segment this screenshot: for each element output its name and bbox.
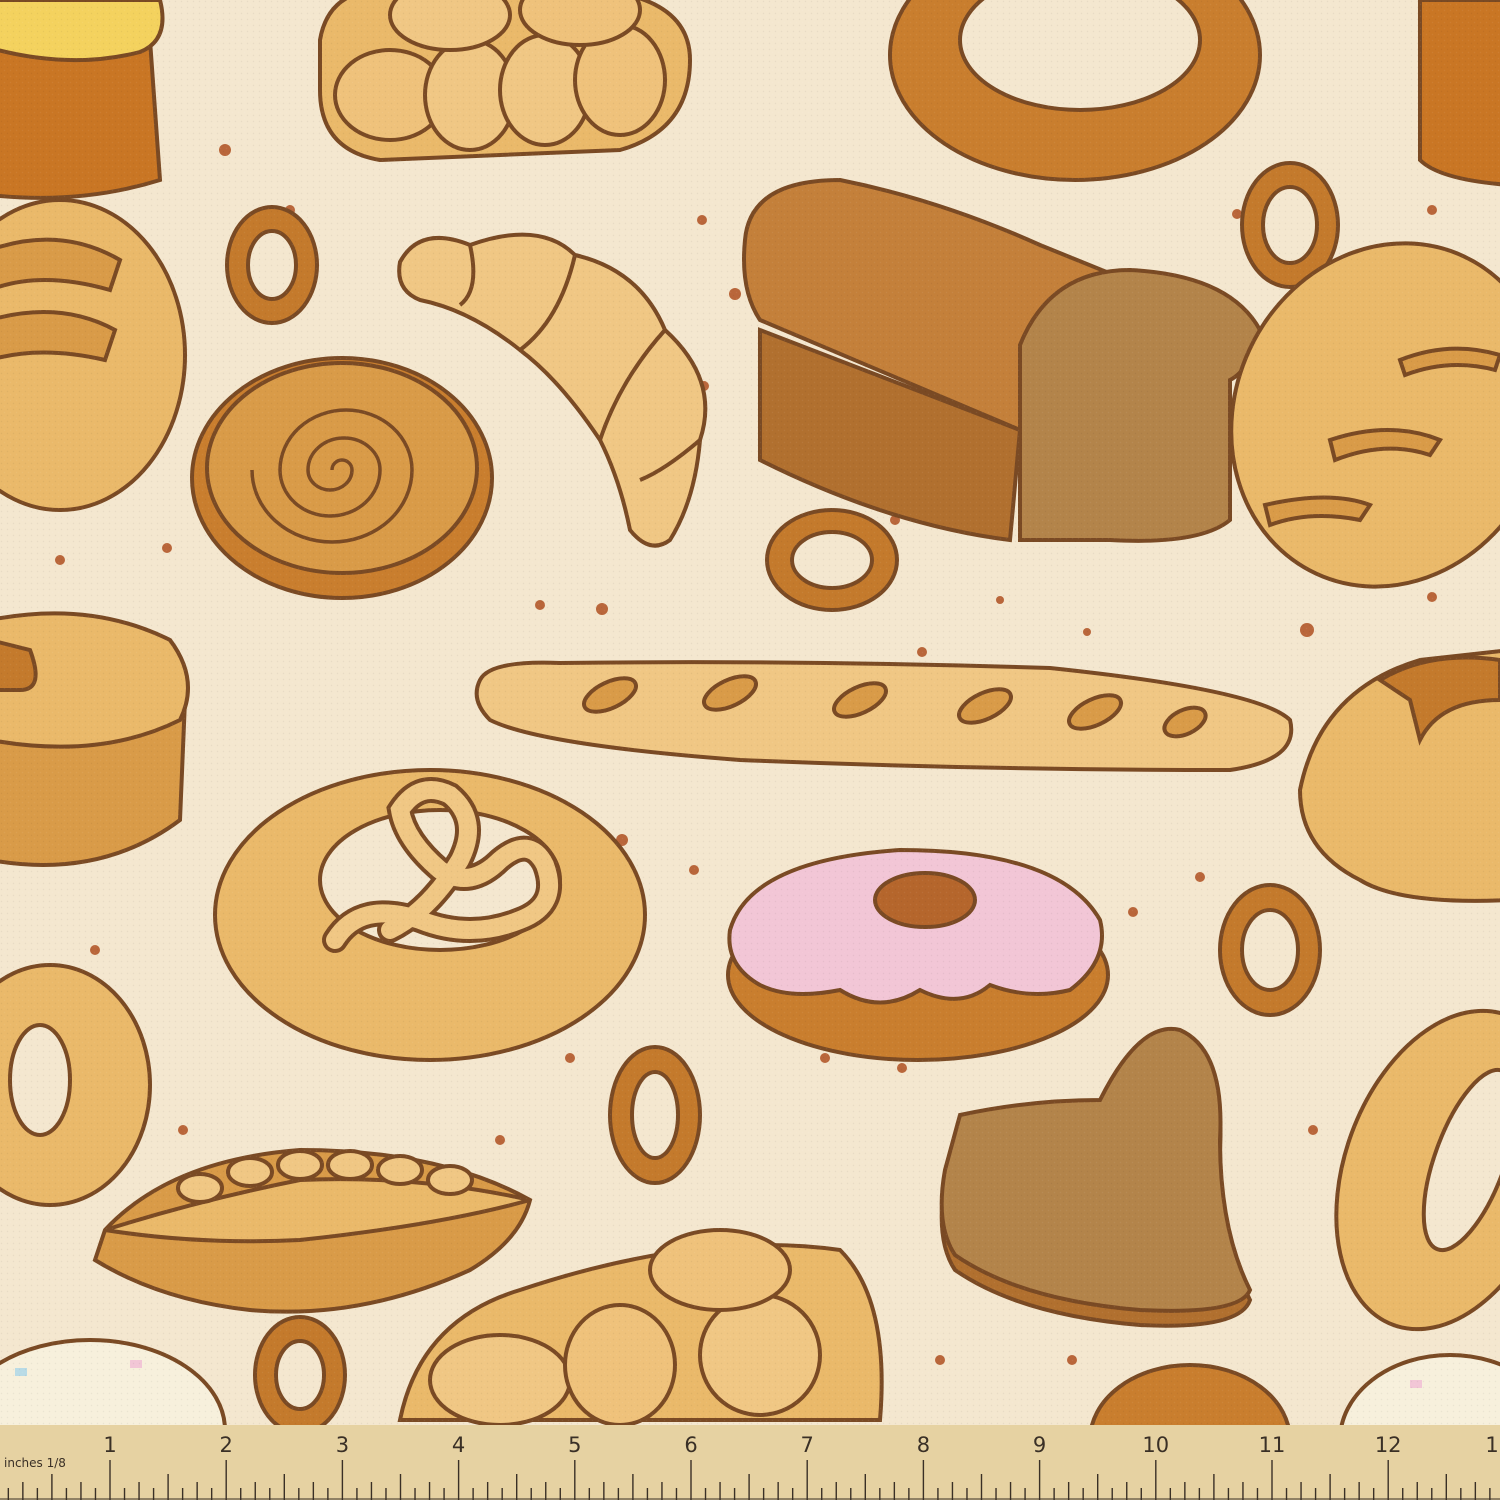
ruler-unit-label: inches 1/8 [4, 1456, 66, 1470]
fabric-texture [0, 0, 1500, 1425]
ruler-number: 4 [451, 1433, 466, 1457]
measurement-ruler: inches 1/8 1 2 3 4 5 6 7 8 9 10 11 12 1 [0, 1425, 1500, 1500]
ruler-number: 6 [684, 1433, 698, 1457]
ruler-number: 1 [103, 1433, 117, 1457]
ruler-number: 12 [1374, 1433, 1402, 1457]
ruler-number: 2 [219, 1433, 233, 1457]
ruler-number: 10 [1142, 1433, 1170, 1457]
ruler-number: 3 [335, 1433, 350, 1457]
ruler-number: 5 [568, 1433, 582, 1457]
ruler-number: 9 [1032, 1433, 1047, 1457]
fabric-swatch: inches 1/8 1 2 3 4 5 6 7 8 9 10 11 12 1 [0, 0, 1500, 1500]
ruler-number: 7 [800, 1433, 814, 1457]
ruler-number: 11 [1258, 1433, 1286, 1457]
ruler-number: 1 [1485, 1433, 1499, 1457]
bakery-pattern-illustration [0, 0, 1500, 1425]
ruler-number: 8 [916, 1433, 931, 1457]
